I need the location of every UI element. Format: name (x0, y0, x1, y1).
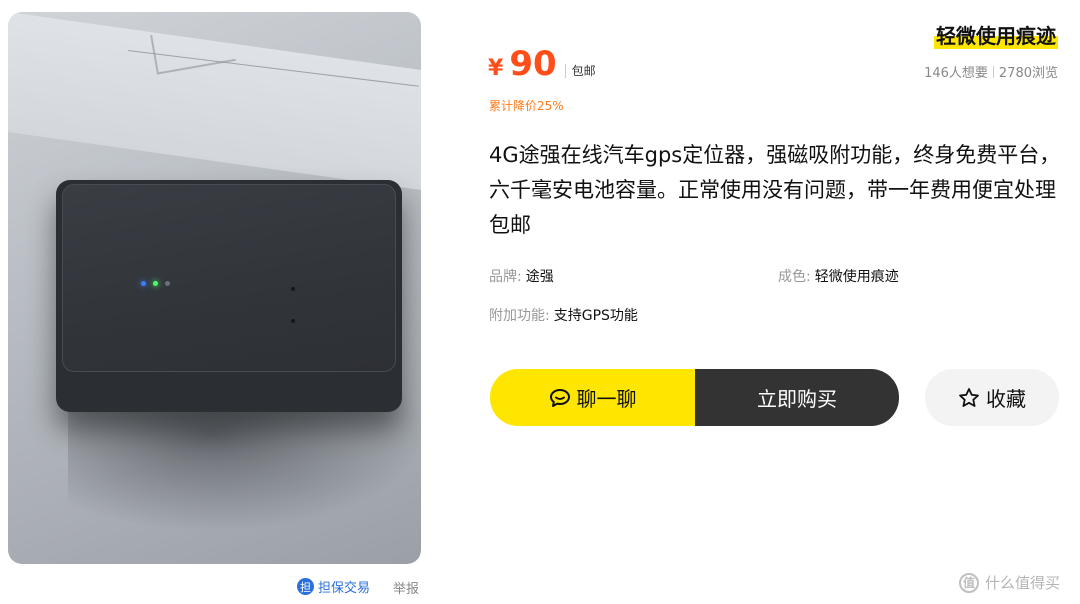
wants-count: 146人想要 (924, 66, 988, 81)
attribute-extra: 附加功能: 支持GPS功能 (489, 305, 638, 325)
guarantee-label: 担保交易 (318, 581, 371, 596)
device-hole (291, 319, 295, 323)
price-drop-label: 累计降价25% (489, 99, 564, 113)
chat-label: 聊一聊 (576, 387, 637, 411)
guarantee-link[interactable]: 担 担保交易 (297, 577, 370, 596)
watermark-text: 什么值得买 (984, 574, 1060, 592)
attribute-value: 支持GPS功能 (553, 308, 638, 324)
favorite-label: 收藏 (986, 387, 1026, 411)
favorite-button[interactable]: 收藏 (925, 369, 1059, 426)
chat-button[interactable]: 聊一聊 (490, 369, 695, 426)
report-link[interactable]: 举报 (393, 578, 419, 597)
listing-title: 4G途强在线汽车gps定位器，强磁吸附功能，终身免费平台，六千毫安电池容量。正常… (489, 143, 1061, 237)
site-watermark: 值 什么值得买 (958, 572, 1060, 593)
attribute-label: 附加功能: (489, 308, 550, 324)
chat-bubble-icon (549, 388, 571, 408)
watermark-logo: 值 (958, 572, 979, 593)
attribute-value: 途强 (525, 269, 554, 285)
views-count: 2780浏览 (998, 66, 1058, 81)
shipping-label: 包邮 (564, 64, 596, 78)
attribute-brand: 品牌: 途强 (489, 266, 554, 286)
photo-shadow (68, 392, 421, 532)
condition-badge: 轻微使用痕迹 (934, 20, 1058, 49)
price-value: 90 (509, 44, 557, 84)
device-hole (291, 287, 295, 291)
stats-divider (992, 65, 994, 78)
device-top-face (62, 184, 396, 372)
dim-led (165, 281, 170, 286)
attribute-label: 成色: (778, 269, 811, 285)
attribute-condition: 成色: 轻微使用痕迹 (778, 266, 899, 286)
guarantee-icon: 担 (297, 578, 314, 595)
currency-symbol: ¥ (488, 56, 504, 81)
gps-tracker-device (56, 180, 402, 412)
green-led (153, 281, 158, 286)
listing-stats: 146人想要 2780浏览 (924, 62, 1058, 81)
attribute-value: 轻微使用痕迹 (814, 269, 899, 285)
price-row: ¥ 90 包邮 (488, 44, 596, 84)
product-photo[interactable] (8, 12, 421, 564)
attribute-label: 品牌: (489, 269, 522, 285)
star-icon (958, 387, 980, 409)
buy-now-button[interactable]: 立即购买 (695, 369, 899, 426)
blue-led (141, 281, 146, 286)
